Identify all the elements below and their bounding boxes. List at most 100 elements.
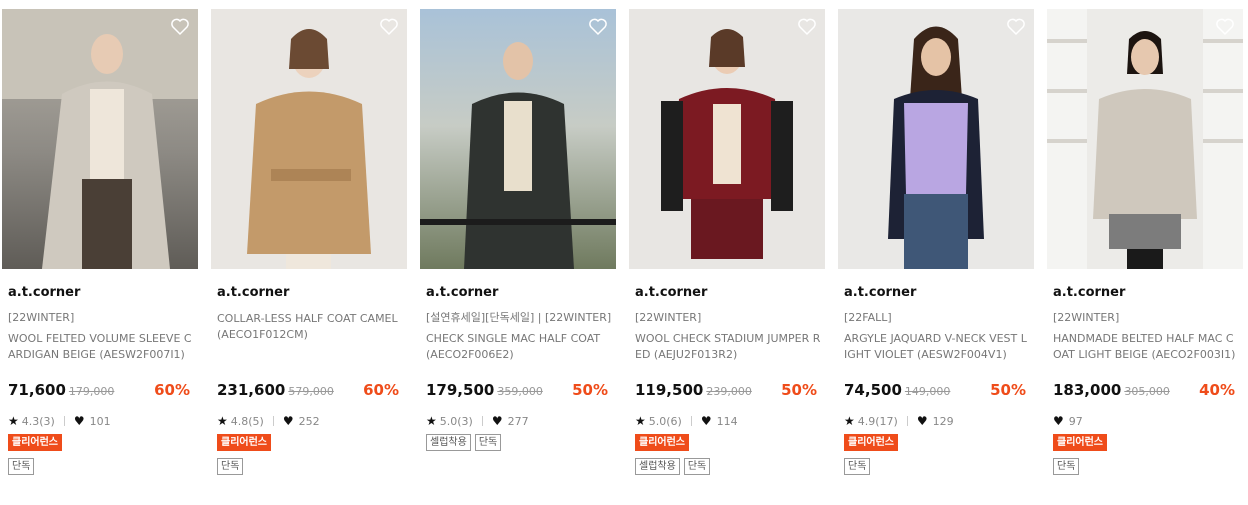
star-icon: ★ <box>8 414 19 428</box>
brand-name[interactable]: a.t.corner <box>635 285 821 301</box>
brand-name[interactable]: a.t.corner <box>8 285 194 301</box>
discount-rate: 60% <box>363 381 399 399</box>
price-row: 71,600 179,000 60% <box>8 381 194 401</box>
model-figure <box>888 26 984 269</box>
price-row: 179,500 359,000 50% <box>426 381 612 401</box>
discount-rate: 50% <box>781 381 817 399</box>
model-figure <box>247 29 371 269</box>
like-count: 252 <box>298 414 320 428</box>
product-image[interactable] <box>420 9 616 269</box>
price-row: 231,600 579,000 60% <box>217 381 403 401</box>
discount-rate: 60% <box>154 381 190 399</box>
product-category: [22WINTER] <box>1053 311 1120 324</box>
product-category: [22WINTER] <box>8 311 75 324</box>
tag-label: 단독 <box>217 458 244 475</box>
tag-label: 셀럽착용 <box>426 434 471 451</box>
product-image[interactable] <box>211 9 407 269</box>
like-count: 277 <box>507 414 529 428</box>
product-name[interactable]: CHECK SINGLE MAC HALF COAT (AECO2F006E2) <box>426 331 612 365</box>
product-card[interactable]: a.t.corner [설연휴세일][단독세일] | [22WINTER] CH… <box>420 9 616 476</box>
product-name[interactable]: WOOL CHECK STADIUM JUMPER RED (AEJU2F013… <box>635 331 821 365</box>
original-price: 579,000 <box>288 385 334 398</box>
tag-label: 단독 <box>8 458 35 475</box>
product-name[interactable]: COLLAR-LESS HALF COAT CAMEL (AECO1F012CM… <box>217 311 403 345</box>
star-icon: ★ <box>426 414 437 428</box>
star-icon: ★ <box>635 414 646 428</box>
heart-icon: ♥ <box>916 414 928 428</box>
product-meta: ★ 4.9(17) ♥ 129 <box>844 414 1030 428</box>
original-price: 179,000 <box>68 385 115 398</box>
sale-price: 71,600 <box>8 381 66 399</box>
product-category <box>217 351 403 365</box>
product-image[interactable] <box>2 9 198 269</box>
heart-icon: ♥ <box>700 414 712 428</box>
model-figure <box>2 9 198 269</box>
divider <box>906 416 908 426</box>
product-name[interactable]: HANDMADE BELTED HALF MAC COAT LIGHT BEIG… <box>1053 331 1239 365</box>
like-count: 97 <box>1068 414 1083 428</box>
discount-rate: 50% <box>572 381 608 399</box>
divider <box>690 416 692 426</box>
product-image[interactable] <box>838 9 1034 269</box>
price-row: 119,500 239,000 50% <box>635 381 821 401</box>
product-name[interactable]: ARGYLE JAQUARD V-NECK VEST LIGHT VIOLET … <box>844 331 1030 365</box>
wishlist-heart-icon[interactable] <box>1215 17 1235 37</box>
product-meta: ★ 4.8(5) ♥ 252 <box>217 414 403 428</box>
product-meta: ♥ 97 <box>1053 414 1239 428</box>
rating-value: 5.0(3) <box>439 414 473 428</box>
wishlist-heart-icon[interactable] <box>170 17 190 37</box>
wishlist-heart-icon[interactable] <box>588 17 608 37</box>
heart-icon: ♥ <box>73 414 85 428</box>
wishlist-heart-icon[interactable] <box>797 17 817 37</box>
price-row: 183,000 305,000 40% <box>1053 381 1239 401</box>
divider <box>481 416 483 426</box>
product-grid: a.t.corner [22WINTER] WOOL FELTED VOLUME… <box>2 9 1243 476</box>
product-card[interactable]: a.t.corner [22FALL] ARGYLE JAQUARD V-NEC… <box>838 9 1034 476</box>
brand-name[interactable]: a.t.corner <box>1053 285 1239 301</box>
tag-label: 단독 <box>844 458 871 475</box>
star-icon: ★ <box>217 414 228 428</box>
original-price: 359,000 <box>497 385 543 398</box>
like-count: 101 <box>89 414 111 428</box>
brand-name[interactable]: a.t.corner <box>426 285 612 301</box>
product-meta: ★ 5.0(6) ♥ 114 <box>635 414 821 428</box>
clearance-badge: 클리어런스 <box>844 434 898 451</box>
sale-price: 179,500 <box>426 381 495 399</box>
product-name[interactable]: WOOL FELTED VOLUME SLEEVE CARDIGAN BEIGE… <box>8 331 194 365</box>
product-card[interactable]: a.t.corner [22WINTER] HANDMADE BELTED HA… <box>1047 9 1243 476</box>
wishlist-heart-icon[interactable] <box>1006 17 1026 37</box>
product-card[interactable]: a.t.corner [22WINTER] WOOL FELTED VOLUME… <box>2 9 198 476</box>
product-image[interactable] <box>1047 9 1243 269</box>
star-icon: ★ <box>844 414 855 428</box>
divider <box>272 416 274 426</box>
product-card[interactable]: a.t.corner [22WINTER] WOOL CHECK STADIUM… <box>629 9 825 476</box>
clearance-badge: 클리어런스 <box>1053 434 1107 451</box>
product-category: [설연휴세일][단독세일] | [22WINTER] <box>426 311 612 324</box>
product-card[interactable]: a.t.corner COLLAR-LESS HALF COAT CAMEL (… <box>211 9 407 476</box>
original-price: 239,000 <box>706 385 752 398</box>
model-figure <box>1047 9 1243 269</box>
product-category: [22FALL] <box>844 311 892 324</box>
brand-name[interactable]: a.t.corner <box>844 285 1030 301</box>
tag-label: 셀럽착용 <box>635 458 680 475</box>
like-count: 114 <box>716 414 738 428</box>
model-figure <box>420 42 616 269</box>
heart-icon: ♥ <box>1053 414 1064 428</box>
sale-price: 231,600 <box>217 381 286 399</box>
heart-icon: ♥ <box>282 414 294 428</box>
product-image[interactable] <box>629 9 825 269</box>
like-count: 129 <box>932 414 954 428</box>
tag-label: 단독 <box>683 458 711 475</box>
divider <box>63 416 65 426</box>
discount-rate: 40% <box>1199 381 1235 399</box>
original-price: 305,000 <box>1124 385 1170 398</box>
product-category: [22WINTER] <box>635 311 702 324</box>
clearance-badge: 클리어런스 <box>635 434 689 451</box>
sale-price: 183,000 <box>1053 381 1122 399</box>
discount-rate: 50% <box>990 381 1026 399</box>
clearance-badge: 클리어런스 <box>8 434 62 451</box>
rating-value: 4.9(17) <box>857 414 898 428</box>
wishlist-heart-icon[interactable] <box>379 17 399 37</box>
model-figure <box>661 29 793 259</box>
brand-name[interactable]: a.t.corner <box>217 285 403 301</box>
